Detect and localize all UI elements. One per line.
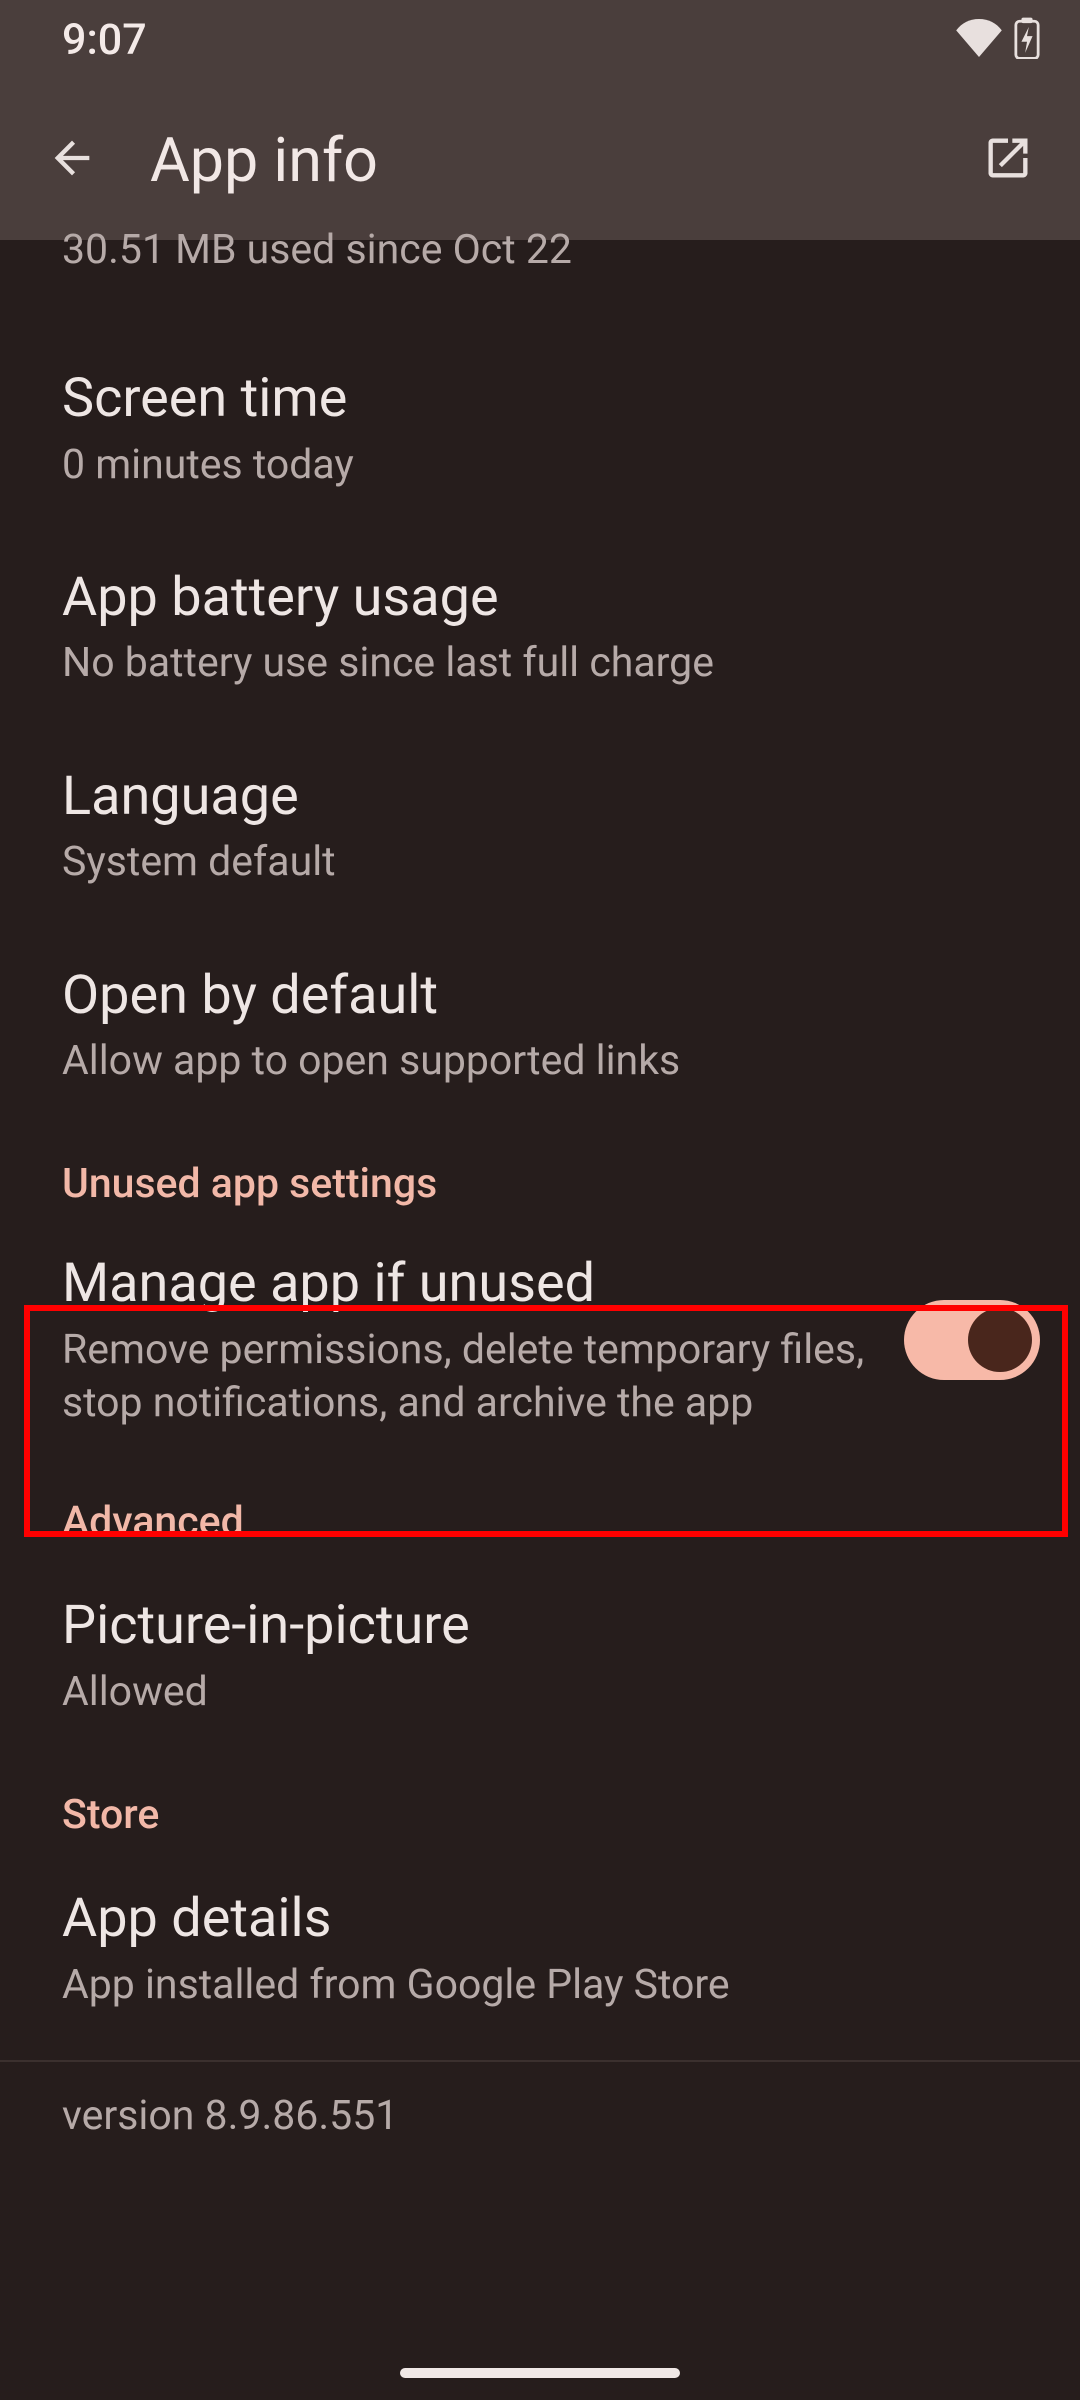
row-title: Screen time [62,365,1018,433]
section-store: Store [0,1755,1080,1849]
row-open-by-default[interactable]: Open by default Allow app to open suppor… [0,926,1080,1125]
row-battery-usage[interactable]: App battery usage No battery use since l… [0,528,1080,727]
section-advanced: Advanced [0,1462,1080,1556]
row-title: App battery usage [62,564,1018,632]
status-time: 9:07 [62,15,147,65]
row-subtitle: 30.51 MB used since Oct 22 [62,226,1018,275]
toggle-manage-unused[interactable] [904,1300,1040,1380]
open-in-new-icon [982,132,1034,188]
row-language[interactable]: Language System default [0,727,1080,926]
section-unused: Unused app settings [0,1124,1080,1218]
row-subtitle: Allow app to open supported links [62,1035,1018,1088]
wifi-icon [956,19,1002,61]
row-title: Open by default [62,962,1018,1030]
row-subtitle: Allowed [62,1666,1018,1719]
row-version: version 8.9.86.551 [0,2062,1080,2171]
row-subtitle: App installed from Google Play Store [62,1959,1018,2012]
arrow-left-icon [46,132,98,188]
content-scroll[interactable]: 30.51 MB used since Oct 22 Screen time 0… [0,240,1080,2171]
navigation-bar [0,2346,1080,2400]
row-picture-in-picture[interactable]: Picture-in-picture Allowed [0,1556,1080,1755]
row-screen-time[interactable]: Screen time 0 minutes today [0,329,1080,528]
nav-handle[interactable] [400,2368,680,2378]
row-subtitle: System default [62,836,1018,889]
status-bar: 9:07 [0,0,1080,80]
back-button[interactable] [24,112,120,208]
toggle-thumb [968,1308,1032,1372]
row-subtitle: No battery use since last full charge [62,637,1018,690]
row-title: Manage app if unused [62,1250,880,1318]
row-title: App details [62,1885,1018,1953]
app-bar: App info [0,80,1080,240]
row-manage-if-unused[interactable]: Manage app if unused Remove permissions,… [0,1218,1080,1462]
row-title: Picture-in-picture [62,1592,1018,1660]
row-mobile-data-partial[interactable]: 30.51 MB used since Oct 22 [0,230,1080,329]
open-external-button[interactable] [960,112,1056,208]
row-subtitle: Remove permissions, delete temporary fil… [62,1324,880,1431]
status-icons [956,17,1040,63]
row-app-details[interactable]: App details App installed from Google Pl… [0,1849,1080,2048]
page-title: App info [150,124,930,196]
row-subtitle: 0 minutes today [62,439,1018,492]
version-text: version 8.9.86.551 [62,2090,1018,2143]
battery-charging-icon [1014,17,1040,63]
row-title: Language [62,763,1018,831]
